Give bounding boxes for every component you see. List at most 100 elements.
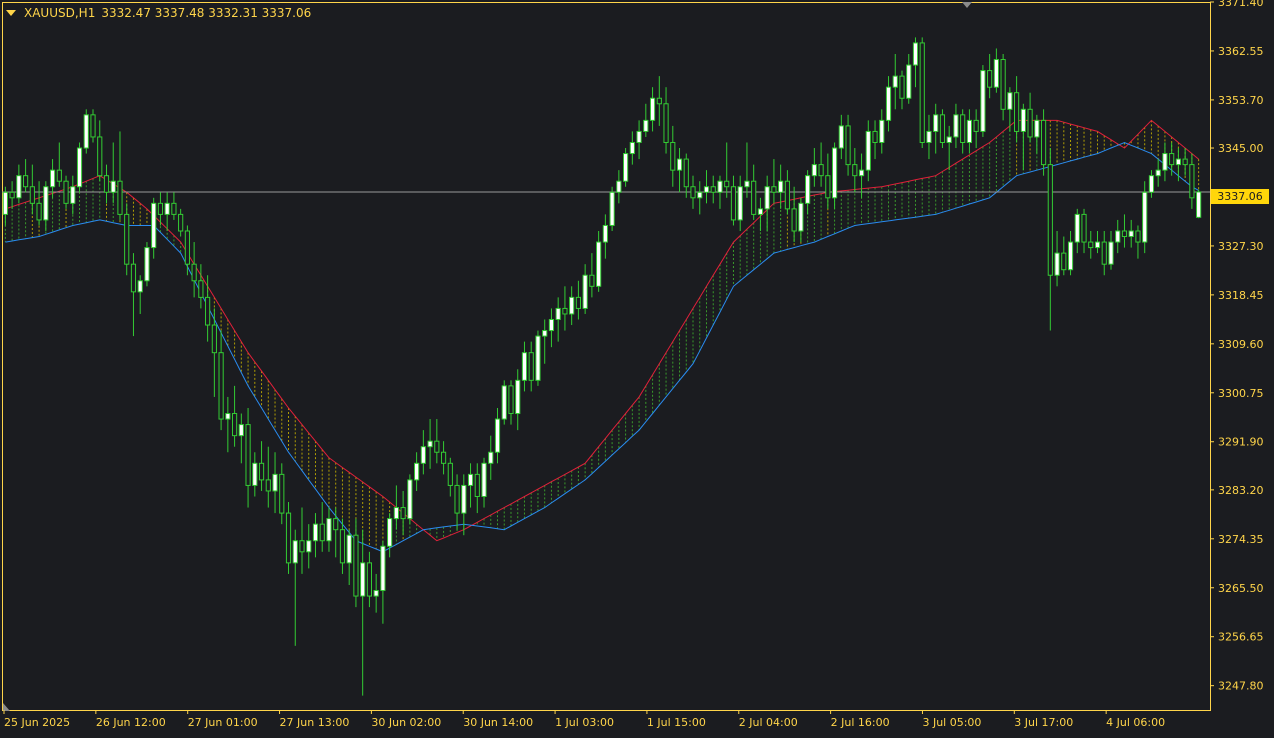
candle[interactable]: [124, 203, 130, 276]
candle[interactable]: [9, 181, 15, 209]
candle[interactable]: [858, 153, 865, 198]
candle[interactable]: [528, 341, 534, 392]
candle[interactable]: [198, 264, 204, 309]
candle[interactable]: [29, 164, 35, 215]
candle[interactable]: [245, 407, 251, 508]
candle[interactable]: [1162, 142, 1168, 182]
candle[interactable]: [515, 369, 521, 431]
candle[interactable]: [892, 53, 898, 110]
candle[interactable]: [933, 103, 939, 154]
candle[interactable]: [1040, 109, 1047, 176]
candle[interactable]: [1189, 153, 1195, 209]
candle[interactable]: [1135, 225, 1141, 259]
candle[interactable]: [764, 175, 770, 231]
candle[interactable]: [1148, 170, 1155, 198]
candle[interactable]: [879, 109, 885, 154]
candle[interactable]: [501, 380, 507, 425]
candle[interactable]: [885, 76, 892, 132]
candle[interactable]: [542, 319, 548, 364]
candle[interactable]: [575, 280, 581, 320]
candle[interactable]: [110, 142, 116, 204]
candle[interactable]: [1182, 148, 1188, 176]
candle[interactable]: [939, 109, 946, 149]
candle[interactable]: [23, 159, 29, 193]
candle[interactable]: [919, 37, 925, 149]
candle[interactable]: [117, 131, 123, 220]
candle[interactable]: [730, 175, 737, 226]
candle[interactable]: [440, 441, 447, 475]
candle[interactable]: [1121, 214, 1128, 248]
candle[interactable]: [56, 142, 62, 187]
candle[interactable]: [609, 186, 615, 231]
candle[interactable]: [454, 474, 460, 530]
candle[interactable]: [346, 529, 352, 585]
candle[interactable]: [70, 175, 76, 215]
candle[interactable]: [144, 242, 150, 287]
candle[interactable]: [387, 513, 393, 558]
candle[interactable]: [953, 103, 959, 149]
candle[interactable]: [926, 114, 932, 160]
candle[interactable]: [360, 529, 366, 696]
candle[interactable]: [83, 109, 89, 154]
candle[interactable]: [333, 507, 339, 558]
candle[interactable]: [312, 513, 319, 558]
candle[interactable]: [1128, 219, 1134, 248]
candle[interactable]: [238, 413, 244, 464]
candle[interactable]: [1074, 208, 1080, 254]
candle[interactable]: [164, 192, 170, 231]
candle[interactable]: [1155, 159, 1161, 187]
candle[interactable]: [1067, 230, 1074, 276]
price-chart[interactable]: 3371.403362.553353.703345.003336.153327.…: [0, 0, 1274, 734]
candle[interactable]: [791, 186, 797, 243]
dropdown-triangle-icon[interactable]: [6, 10, 16, 16]
candle[interactable]: [569, 286, 575, 326]
candle[interactable]: [973, 109, 979, 149]
candle[interactable]: [535, 330, 541, 386]
candle[interactable]: [258, 441, 265, 491]
candle[interactable]: [946, 125, 952, 171]
candle[interactable]: [279, 463, 285, 525]
candle[interactable]: [407, 474, 413, 525]
candle[interactable]: [1094, 230, 1101, 254]
candle[interactable]: [90, 109, 96, 143]
candle[interactable]: [818, 142, 824, 187]
candle[interactable]: [1034, 114, 1040, 154]
candle[interactable]: [218, 330, 224, 431]
candle[interactable]: [467, 463, 474, 508]
candle[interactable]: [656, 76, 662, 126]
candle[interactable]: [488, 435, 494, 480]
candle[interactable]: [751, 164, 757, 220]
candle[interactable]: [1175, 148, 1181, 182]
candle[interactable]: [1054, 230, 1060, 287]
candle[interactable]: [906, 53, 912, 104]
candle[interactable]: [137, 275, 143, 314]
candle[interactable]: [912, 37, 919, 88]
candle[interactable]: [151, 197, 157, 259]
candle[interactable]: [252, 452, 258, 497]
candle[interactable]: [784, 170, 790, 215]
candle[interactable]: [380, 540, 386, 624]
candle[interactable]: [427, 419, 433, 469]
candle[interactable]: [987, 53, 993, 99]
candle[interactable]: [292, 529, 298, 646]
candle[interactable]: [521, 341, 528, 392]
candle[interactable]: [171, 192, 177, 220]
candle[interactable]: [474, 463, 480, 514]
candle[interactable]: [744, 142, 750, 198]
candle[interactable]: [1108, 230, 1114, 270]
candle[interactable]: [494, 407, 501, 464]
candle[interactable]: [1088, 230, 1094, 259]
candle[interactable]: [43, 181, 49, 231]
candle[interactable]: [623, 148, 629, 187]
chart-canvas[interactable]: 3371.403362.553353.703345.003336.153327.…: [0, 0, 1274, 734]
candle[interactable]: [225, 396, 231, 453]
candle[interactable]: [703, 170, 710, 204]
candle[interactable]: [326, 507, 332, 552]
candle[interactable]: [420, 430, 426, 475]
candle[interactable]: [548, 308, 555, 348]
candle[interactable]: [960, 109, 966, 154]
candle[interactable]: [643, 103, 649, 137]
candle[interactable]: [717, 175, 723, 209]
candle[interactable]: [629, 131, 635, 165]
candle[interactable]: [737, 175, 743, 231]
